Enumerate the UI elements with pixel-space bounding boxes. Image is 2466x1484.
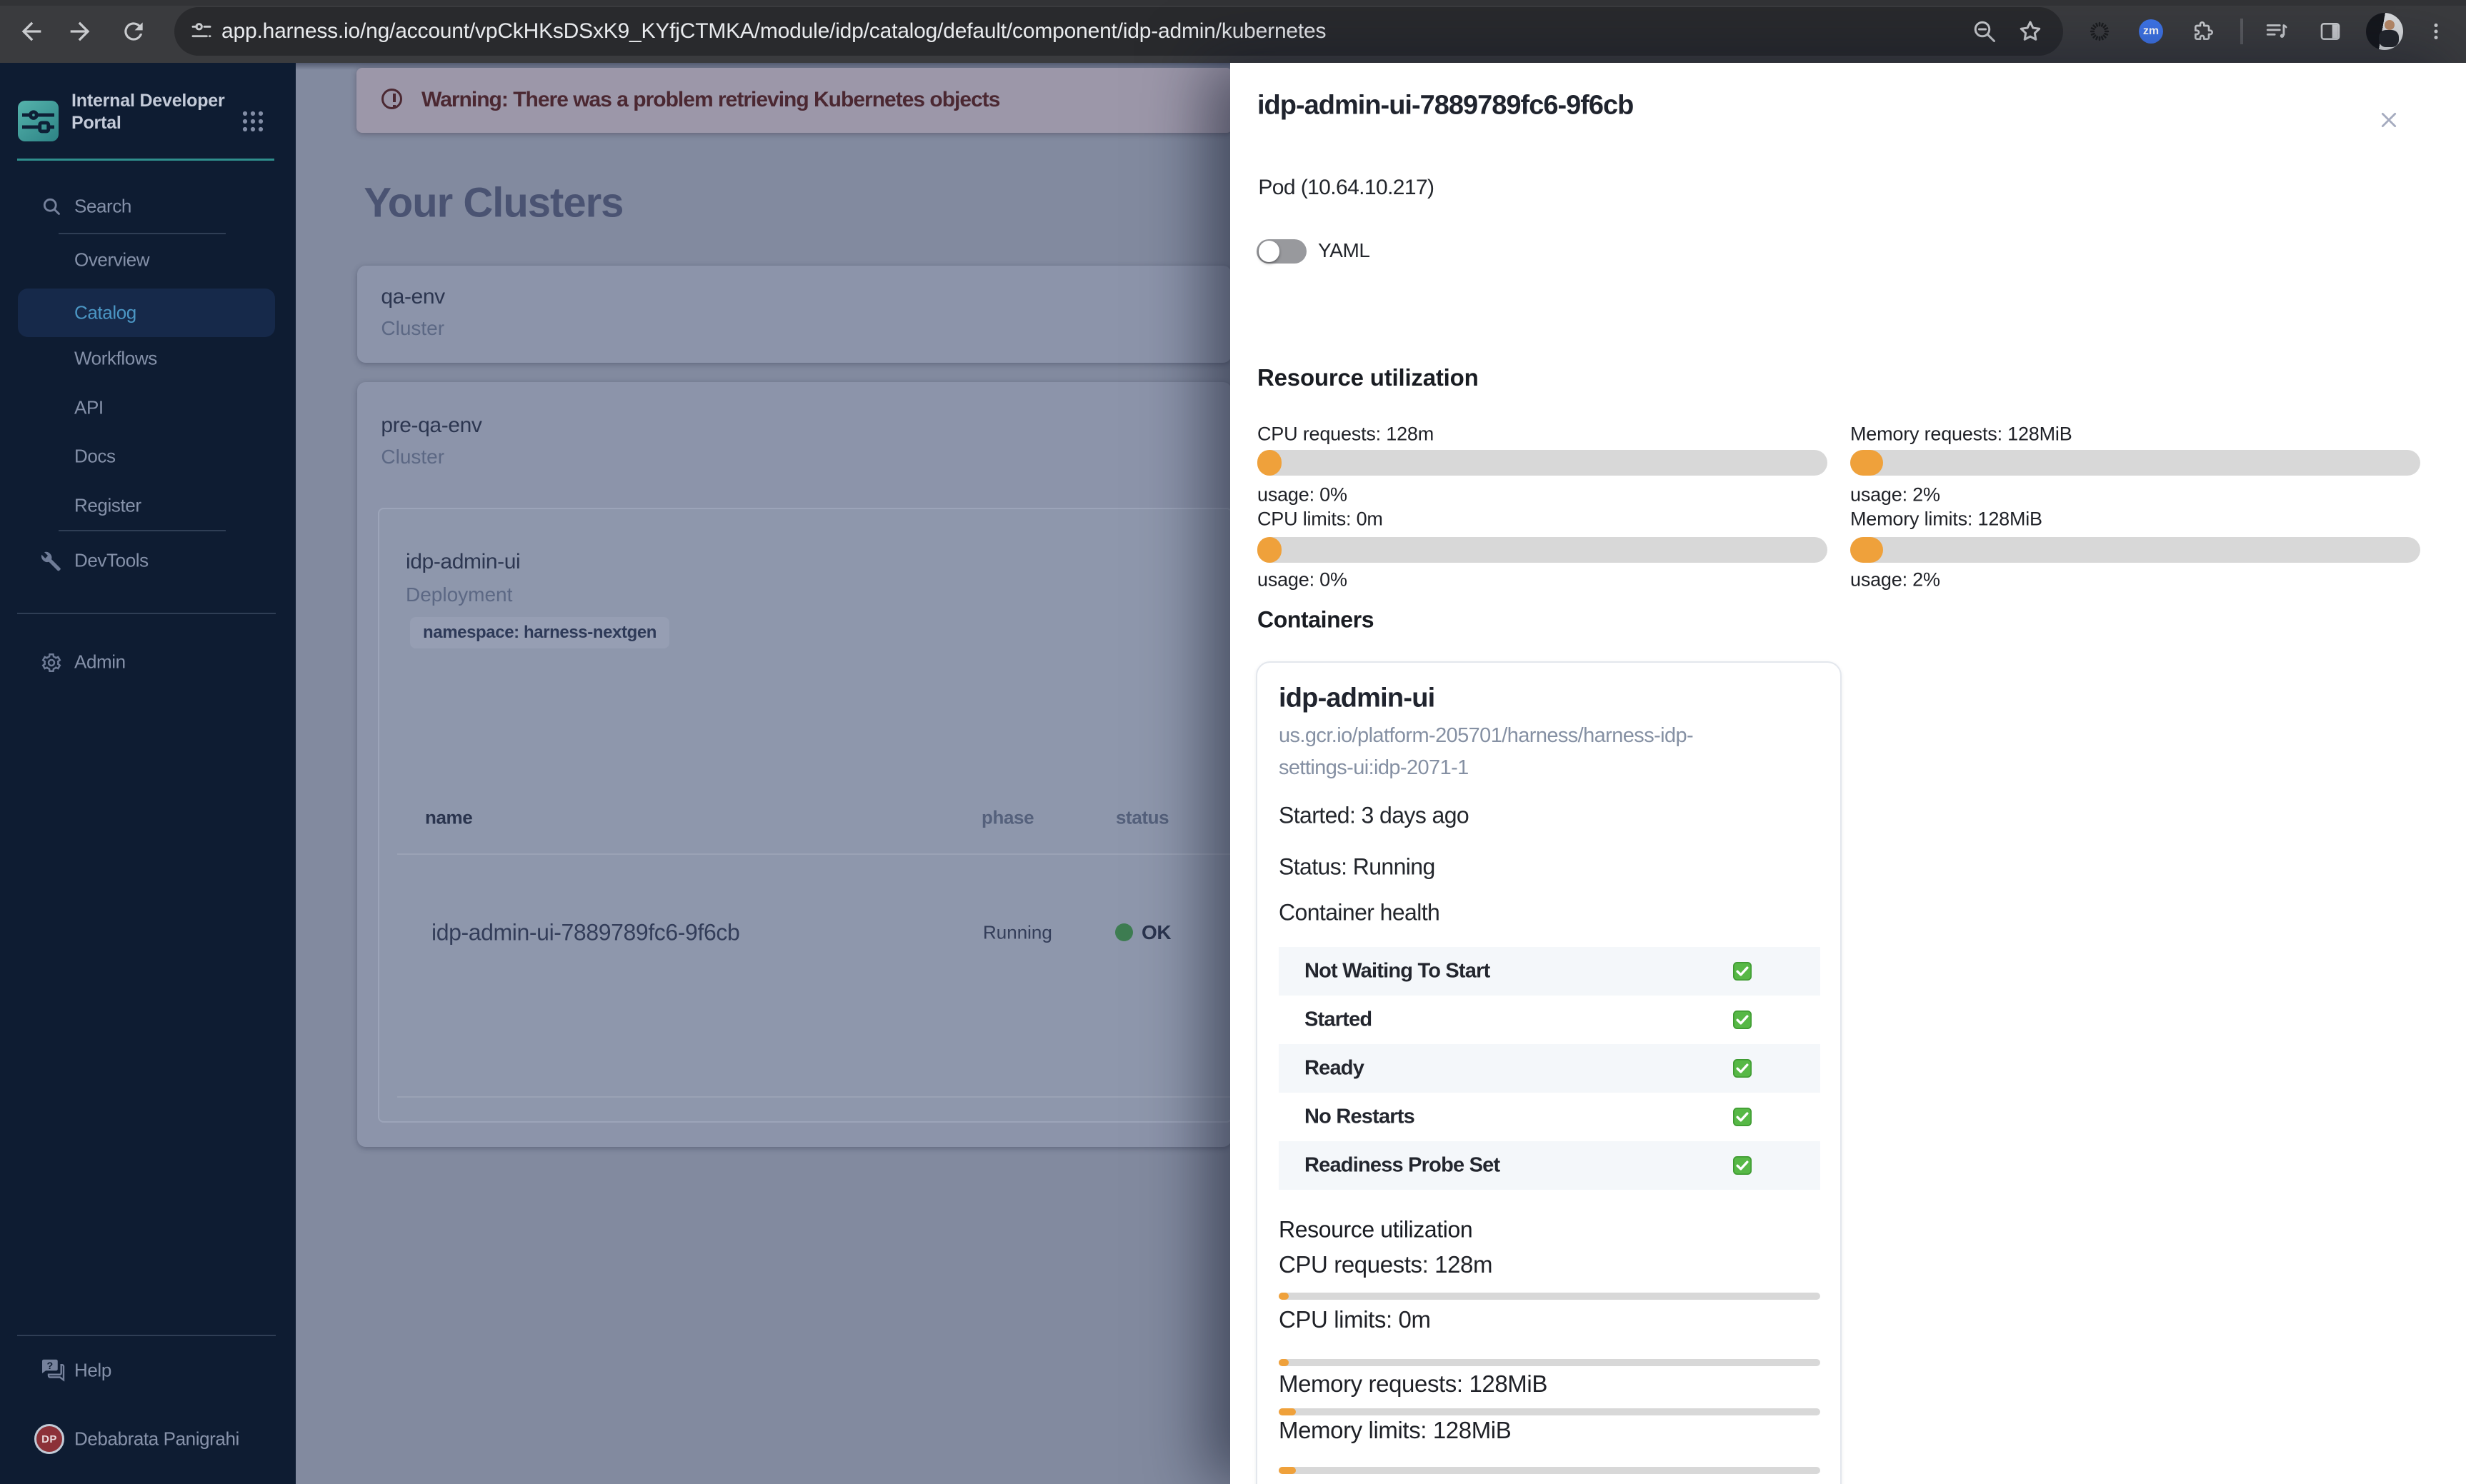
svg-text:?: ? (46, 1360, 53, 1372)
